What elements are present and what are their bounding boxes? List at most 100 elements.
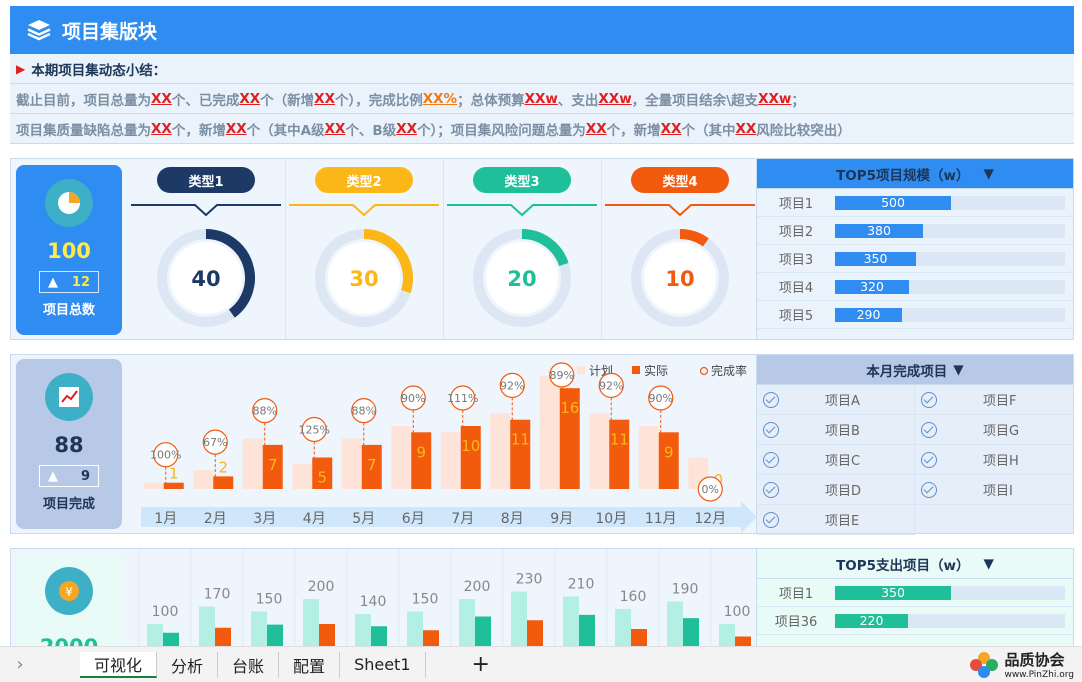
done-project-item[interactable]: 项目B — [757, 415, 914, 445]
top5-bar: 350 — [835, 251, 916, 266]
top5-bar: 380 — [835, 223, 923, 238]
done-project-item[interactable]: 项目I — [915, 475, 1073, 505]
top5-header[interactable]: TOP5支出项目（w） ▼ — [757, 549, 1073, 579]
done-project-item[interactable]: 项目C — [757, 445, 914, 475]
chevron-right-icon[interactable]: › — [0, 654, 40, 675]
logo-url: www.PinZhi.org — [1004, 670, 1074, 680]
callout-line — [605, 204, 755, 217]
actual-value-label: 5 — [317, 469, 327, 487]
done-project-item[interactable]: 项目H — [915, 445, 1073, 475]
donut-value: 40 — [191, 267, 220, 291]
actual-value-label: 9 — [416, 443, 426, 461]
type-donut-4: 10 — [605, 204, 755, 327]
top5-name: 项目1 — [778, 587, 814, 602]
dropdown-arrow-icon[interactable]: ▼ — [984, 556, 994, 572]
kpi-total-label: 项目总数 — [42, 303, 95, 318]
top5-spend-box: TOP5支出项目（w） ▼ 项目1 350 项目36 220 — [756, 549, 1073, 647]
spend-value-label: 200 — [464, 579, 491, 595]
bar-budget — [563, 596, 579, 647]
summary-segment: XX — [151, 120, 172, 137]
bar-spend — [527, 620, 543, 647]
summary-line-1: 截止目前，项目总量为 XX 个、已完成 XX 个（新增 XX 个），完成比例 XX% ；总体预算… — [10, 84, 1074, 114]
done-project-item[interactable]: 项目G — [915, 415, 1073, 445]
check-circle-icon — [921, 481, 937, 498]
check-circle-icon — [921, 451, 937, 468]
summary-segment: 风险比较突出） — [756, 122, 851, 139]
top5-title: TOP5支出项目（w） — [836, 557, 970, 574]
spend-value-label: 170 — [204, 587, 231, 603]
add-sheet-button[interactable]: + — [472, 652, 490, 677]
done-project-item[interactable]: 项目E — [757, 505, 914, 535]
spend-bar-chart: 100 170 150 200 140 150 200 230 210 160 190 100 — [138, 549, 751, 647]
top5-name: 项目36 — [774, 615, 818, 630]
actual-value-label: 1 — [169, 465, 179, 483]
sheet-tab-3[interactable]: 台账 — [218, 651, 280, 678]
summary-segment: XXw — [524, 90, 558, 107]
bar-spend — [215, 627, 231, 647]
done-project-name: 项目F — [983, 394, 1017, 409]
summary-segment: 个、B级 — [345, 122, 397, 139]
bar-actual — [460, 426, 481, 489]
top5-scale-box: TOP5项目规模（w） ▼ 项目1 500 项目2 380 项目3 350 项目4 320 项目5 2… — [756, 159, 1073, 339]
top5-name: 项目2 — [778, 225, 814, 240]
top5-name: 项目1 — [778, 197, 814, 212]
month-done-header[interactable]: 本月完成项目 ▼ — [757, 355, 1073, 385]
bar-budget — [407, 611, 423, 647]
callout-line — [289, 204, 439, 217]
donut-value: 20 — [507, 267, 536, 291]
actual-value-label: 16 — [560, 399, 579, 417]
dropdown-arrow-icon[interactable]: ▼ — [984, 166, 994, 182]
actual-value-label: 11 — [511, 431, 530, 449]
spend-value-label: 150 — [412, 592, 439, 608]
kpi-done-value: 88 — [54, 433, 84, 457]
done-project-name: 项目D — [825, 484, 862, 499]
kpi-total-value: 100 — [47, 239, 91, 263]
bar-plan — [539, 375, 560, 489]
dropdown-arrow-icon[interactable]: ▼ — [953, 362, 963, 378]
logo: 品质协会 www.PinZhi.org — [968, 649, 1074, 680]
month-label: 7月 — [451, 511, 474, 527]
top5-row: 项目1 500 — [757, 189, 1073, 217]
bar-plan — [242, 438, 263, 489]
done-project-item[interactable]: 项目A — [757, 385, 914, 415]
top5-header[interactable]: TOP5项目规模（w） ▼ — [757, 159, 1073, 189]
done-project-item[interactable]: 项目F — [915, 385, 1073, 415]
kpi-spend-card: ¥ 2000 — [16, 553, 122, 647]
bar-plan — [292, 463, 313, 489]
check-circle-icon — [763, 451, 779, 468]
summary-segment: 个（新增 — [260, 92, 315, 109]
done-project-name: 项目A — [825, 394, 860, 409]
sheet-tab-4[interactable]: 配置 — [279, 651, 341, 678]
sheet-tab-5[interactable]: Sheet1 — [340, 651, 426, 678]
bar-budget — [511, 591, 527, 647]
top5-bar-track: 220 — [835, 613, 1065, 628]
month-label: 4月 — [303, 511, 326, 527]
spend-value-label: 100 — [152, 604, 179, 620]
rate-label: 111% — [447, 392, 478, 405]
sheet-tab-2[interactable]: 分析 — [157, 651, 219, 678]
top5-bar: 500 — [835, 195, 951, 210]
rate-label: 100% — [150, 449, 181, 462]
bar-plan — [589, 413, 610, 489]
bar-plan — [193, 470, 214, 489]
chart-legend: 计划 实际 完成率 — [577, 363, 747, 378]
svg-text:¥: ¥ — [65, 585, 73, 599]
check-circle-icon — [763, 391, 779, 408]
summary-segment: 个），完成比例 — [334, 92, 423, 109]
sheet-tab-1[interactable]: 可视化 — [80, 651, 158, 678]
legend-label: 完成率 — [711, 363, 747, 378]
actual-value-label: 2 — [218, 458, 228, 476]
spend-value-label: 160 — [620, 589, 647, 605]
top5-row: 项目4 320 — [757, 273, 1073, 301]
bar-plan — [440, 432, 461, 489]
top5-row: 项目3 350 — [757, 245, 1073, 273]
legend-swatch — [577, 366, 585, 374]
rate-label: 0% — [702, 483, 719, 496]
month-label: 10月 — [595, 511, 627, 527]
bar-budget — [303, 599, 319, 647]
sheet-tabs: 可视化 分析 台账 配置 Sheet1 — [80, 651, 426, 678]
done-project-item[interactable]: 项目D — [757, 475, 914, 505]
triangle-right-icon: ▶ — [16, 61, 26, 76]
top5-name: 项目5 — [778, 309, 814, 324]
type-pill-4: 类型4 — [631, 167, 729, 193]
